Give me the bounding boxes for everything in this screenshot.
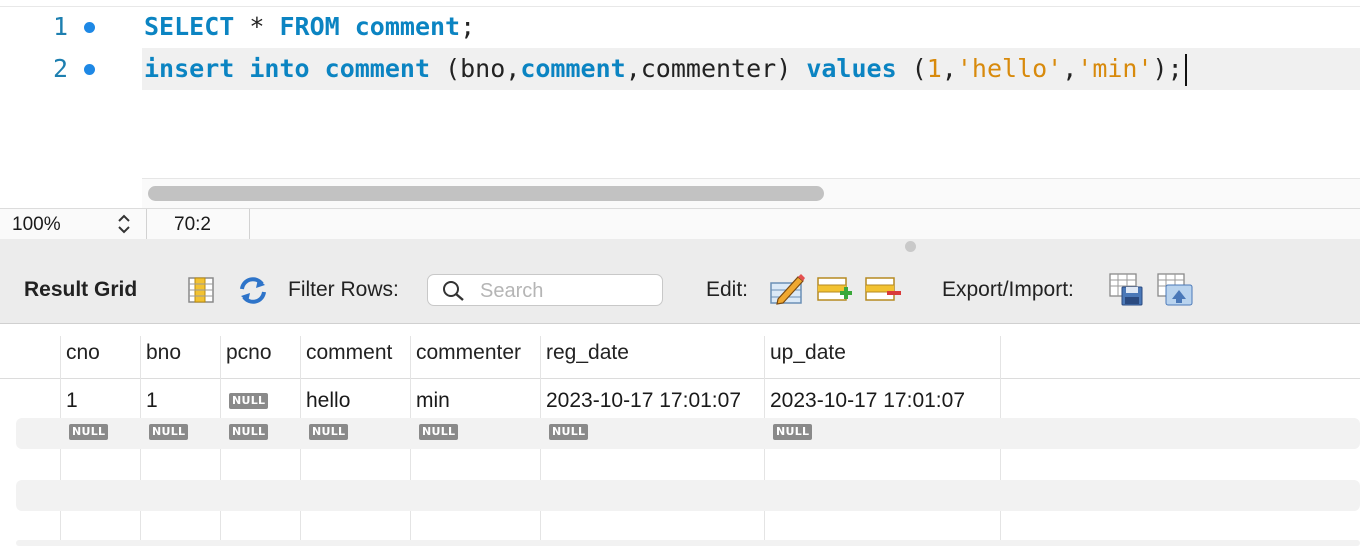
code-token: 'hello': [956, 54, 1063, 83]
code-token: ,: [1062, 54, 1078, 83]
zoom-stepper-icon[interactable]: [116, 211, 132, 237]
cell-up-date[interactable]: 2023-10-17 17:01:07: [770, 389, 965, 413]
toggle-grid-columns-icon[interactable]: [187, 275, 215, 305]
search-input[interactable]: [478, 278, 658, 304]
filter-rows-label: Filter Rows:: [288, 278, 399, 301]
export-import-label: Export/Import:: [942, 278, 1074, 301]
cell-comment-null[interactable]: NULL: [309, 424, 349, 440]
code-token: insert: [144, 54, 235, 83]
editor-status-bar: 100% 70:2: [0, 208, 1360, 240]
line-number-1: 1: [52, 12, 68, 41]
statement-marker-1[interactable]: [84, 22, 95, 33]
text-caret: [1184, 54, 1187, 86]
cell-bno-null[interactable]: NULL: [149, 424, 189, 440]
column-header-comment[interactable]: comment: [306, 341, 392, 365]
column-header-cno[interactable]: cno: [66, 341, 100, 365]
splitter-handle[interactable]: [905, 241, 916, 252]
result-grid-label: Result Grid: [24, 278, 138, 301]
code-token: 1: [926, 54, 942, 83]
code-token: (bno,: [430, 54, 521, 83]
cell-reg-date-null[interactable]: NULL: [549, 424, 589, 440]
zoom-level[interactable]: 100%: [12, 214, 61, 236]
cell-comment[interactable]: hello: [306, 389, 350, 413]
cell-cno-null[interactable]: NULL: [69, 424, 109, 440]
refresh-icon[interactable]: [236, 275, 270, 305]
column-header-up-date[interactable]: up_date: [770, 341, 846, 365]
column-header-commenter[interactable]: commenter: [416, 341, 521, 365]
table-row[interactable]: 1 1 NULL hello min 2023-10-17 17:01:07 2…: [0, 387, 1360, 418]
search-icon: [443, 281, 464, 301]
code-token: ,commenter): [625, 54, 807, 83]
grid-header: cno bno pcno comment commenter reg_date …: [0, 324, 1360, 379]
column-header-pcno[interactable]: pcno: [226, 341, 272, 365]
edit-label: Edit:: [706, 278, 749, 301]
empty-row: [16, 540, 1360, 546]
result-toolbar: Result Grid Filter Rows: Edit:: [0, 255, 1360, 324]
code-token: SELECT: [144, 12, 235, 41]
code-token: ,: [941, 54, 957, 83]
cell-bno[interactable]: 1: [146, 389, 158, 413]
panel-splitter[interactable]: [0, 239, 1360, 255]
import-icon[interactable]: [1156, 271, 1194, 307]
column-header-reg-date[interactable]: reg_date: [546, 341, 629, 365]
insert-row-icon[interactable]: [816, 275, 854, 305]
edit-current-row-icon[interactable]: [768, 271, 806, 307]
cell-cno[interactable]: 1: [66, 389, 78, 413]
line-number-2: 2: [52, 54, 68, 83]
statement-marker-2[interactable]: [84, 64, 95, 75]
cursor-position: 70:2: [174, 214, 211, 235]
empty-row: [16, 480, 1360, 511]
cell-commenter[interactable]: min: [416, 389, 450, 413]
cell-reg-date[interactable]: 2023-10-17 17:01:07: [546, 389, 741, 413]
result-grid[interactable]: cno bno pcno comment commenter reg_date …: [0, 324, 1360, 546]
horizontal-scrollbar-thumb[interactable]: [148, 186, 824, 201]
code-token: ;: [460, 12, 476, 41]
column-header-bno[interactable]: bno: [146, 341, 181, 365]
code-token: comment: [324, 54, 431, 83]
table-row[interactable]: NULL NULL NULL NULL NULL NULL NULL: [0, 418, 1360, 449]
code-text-line-2[interactable]: insert into comment (bno,comment,comment…: [144, 48, 1187, 90]
delete-row-icon[interactable]: [864, 275, 902, 305]
cell-pcno-null[interactable]: NULL: [229, 393, 269, 409]
cell-commenter-null[interactable]: NULL: [419, 424, 459, 440]
cell-up-date-null[interactable]: NULL: [773, 424, 813, 440]
filter-rows-search[interactable]: [427, 274, 663, 306]
code-token: FROM: [279, 12, 340, 41]
status-separator: [249, 209, 250, 239]
code-text-line-1[interactable]: SELECT * FROM comment;: [144, 6, 475, 48]
code-token: );: [1152, 54, 1183, 83]
code-token: comment: [354, 12, 461, 41]
code-token: into: [249, 54, 310, 83]
cell-pcno-null[interactable]: NULL: [229, 424, 269, 440]
code-token: values: [806, 54, 897, 83]
sql-editor[interactable]: 1 SELECT * FROM comment; 2 insert into c…: [0, 0, 1360, 209]
export-icon[interactable]: [1108, 271, 1146, 307]
code-token: comment: [520, 54, 626, 83]
code-token: 'min': [1077, 54, 1153, 83]
code-token: *: [234, 12, 280, 41]
status-separator: [146, 209, 147, 239]
code-token: (: [896, 54, 927, 83]
